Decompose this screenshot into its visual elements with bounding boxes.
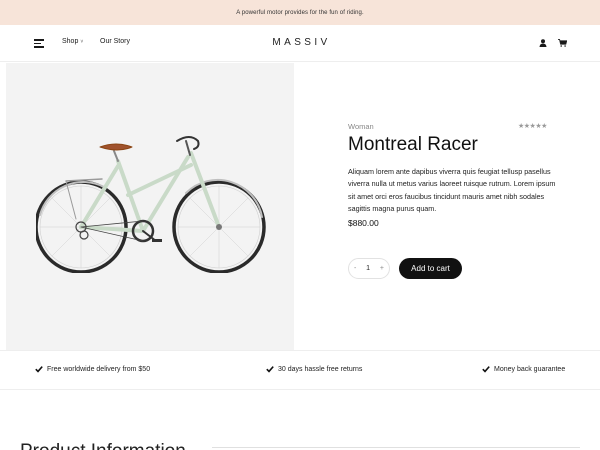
check-icon bbox=[266, 366, 274, 373]
feature-text: 30 days hassle free returns bbox=[278, 365, 363, 373]
product-category[interactable]: Woman bbox=[348, 122, 374, 131]
quantity-increase-button[interactable]: + bbox=[380, 265, 384, 272]
check-icon bbox=[35, 366, 43, 373]
feature-text: Free worldwide delivery from $50 bbox=[47, 365, 151, 373]
product-gallery bbox=[6, 63, 294, 350]
feature-text: Money back guarantee bbox=[494, 365, 566, 373]
feature-delivery: Free worldwide delivery from $50 bbox=[35, 365, 150, 373]
section-divider bbox=[212, 447, 580, 448]
feature-returns: 30 days hassle free returns bbox=[266, 365, 362, 373]
quantity-stepper: - 1 + bbox=[348, 258, 390, 279]
check-icon bbox=[482, 366, 490, 373]
add-to-cart-button[interactable]: Add to cart bbox=[399, 258, 462, 279]
feature-guarantee: Money back guarantee bbox=[482, 365, 565, 373]
site-header: Shop ˅ Our Story MASSIV bbox=[0, 25, 600, 62]
rating-stars: ★★★★★ bbox=[518, 123, 547, 130]
logo-text: MASSIV bbox=[272, 37, 331, 48]
quantity-value[interactable]: 1 bbox=[366, 265, 370, 272]
cart-icon[interactable] bbox=[558, 39, 567, 47]
announcement-bar: A powerful motor provides for the fun of… bbox=[0, 0, 600, 25]
user-icon[interactable] bbox=[539, 39, 547, 47]
product-description: Aliquam lorem ante dapibus viverra quis … bbox=[348, 167, 556, 214]
features-bar: Free worldwide delivery from $50 30 days… bbox=[0, 350, 600, 390]
product-image-bicycle bbox=[36, 136, 266, 273]
announcement-text: A powerful motor provides for the fun of… bbox=[236, 9, 364, 16]
product-price: $880.00 bbox=[348, 218, 379, 228]
site-logo[interactable]: MASSIV bbox=[0, 37, 600, 48]
product-title: Montreal Racer bbox=[348, 134, 478, 155]
section-heading: Product Information bbox=[20, 441, 186, 450]
quantity-decrease-button[interactable]: - bbox=[354, 265, 356, 272]
